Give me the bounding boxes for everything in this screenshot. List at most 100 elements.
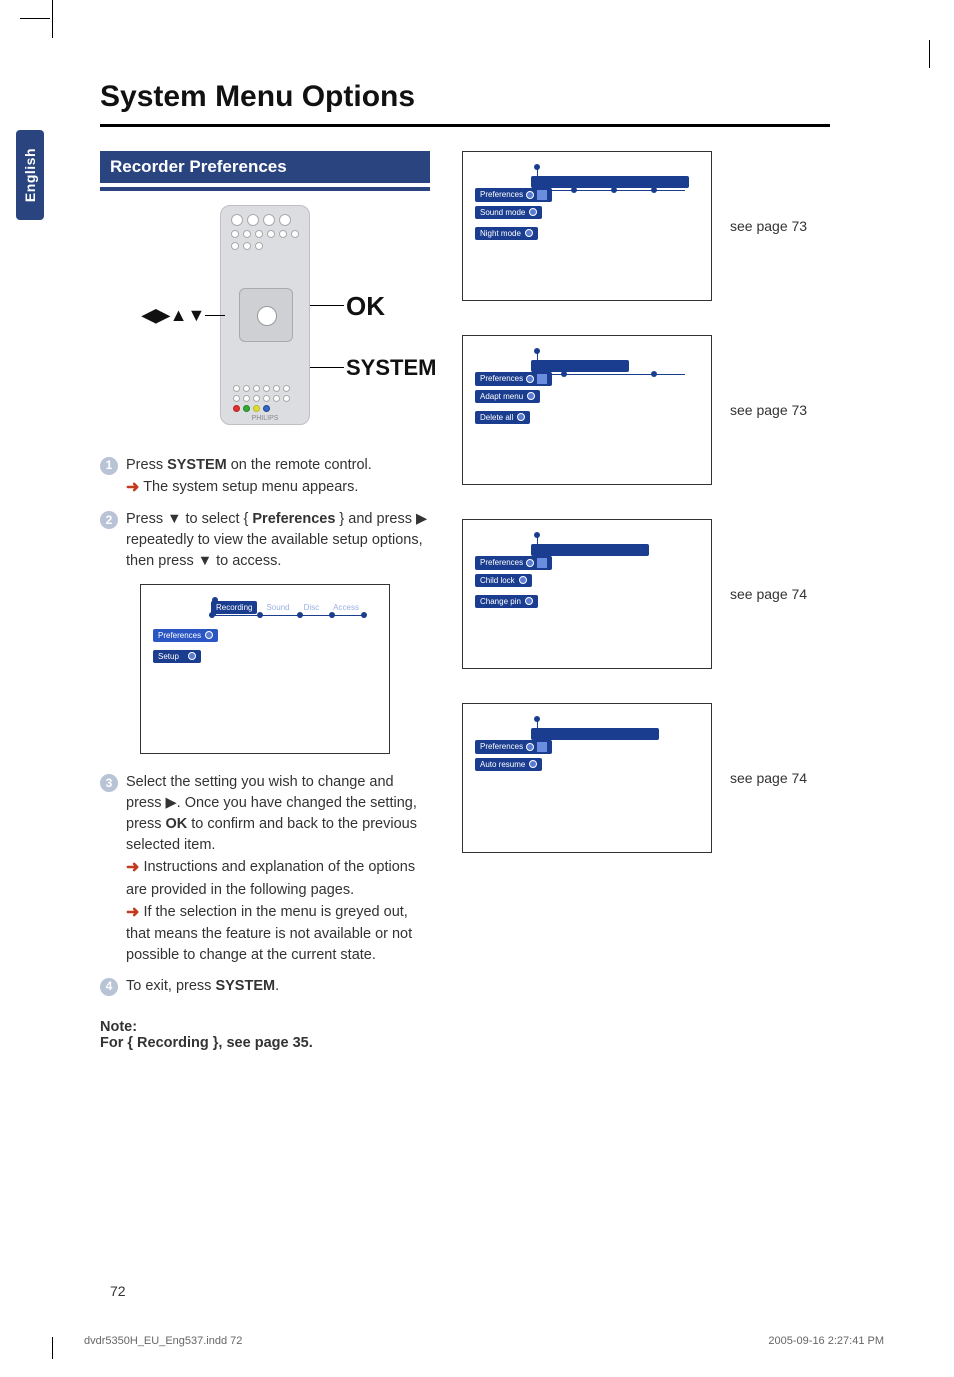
remote-button-icon bbox=[243, 242, 251, 250]
remote-illustration: PHILIPS ◀▶▲▼ OK SYSTEM bbox=[100, 205, 430, 445]
ok-button-icon bbox=[257, 306, 277, 326]
home-icon bbox=[537, 742, 547, 752]
menu-row: Night mode bbox=[475, 227, 538, 240]
menu-tab: Disc bbox=[299, 601, 325, 614]
menu-breadcrumb: Preferences bbox=[475, 736, 552, 754]
step-keyword: Preferences bbox=[252, 511, 335, 527]
remote-button-icon bbox=[273, 385, 280, 392]
selector-knob-icon bbox=[526, 191, 534, 199]
menu-breadcrumb: Preferences bbox=[475, 184, 552, 202]
menu-row: Auto resume bbox=[475, 758, 542, 771]
menu-breadcrumb: Preferences bbox=[475, 552, 552, 570]
menu-title-label: Access bbox=[545, 532, 571, 541]
page-number: 72 bbox=[110, 1283, 126, 1299]
menu-row-features: Features Preferences Auto resume see pag… bbox=[462, 703, 832, 853]
ok-callout-label: OK bbox=[346, 291, 385, 322]
menu-screenshot-sound: Sound Preferences Sound m bbox=[462, 151, 712, 301]
remote-button-icon bbox=[263, 385, 270, 392]
step-body: Press ▼ to select { Preferences } and pr… bbox=[126, 509, 430, 572]
crop-mark bbox=[52, 1337, 53, 1359]
selector-knob-icon bbox=[529, 208, 537, 216]
remote-button-icon bbox=[279, 214, 291, 226]
remote-button-icon bbox=[233, 395, 240, 402]
menu-tab: Access bbox=[328, 601, 364, 614]
menu-row-label: Night mode bbox=[480, 229, 521, 238]
print-footer: dvdr5350H_EU_Eng537.indd 72 2005-09-16 2… bbox=[84, 1335, 884, 1347]
branch-dot-icon bbox=[561, 371, 567, 377]
callout-line-icon bbox=[310, 367, 344, 368]
page-reference: see page 74 bbox=[730, 770, 807, 786]
home-icon bbox=[537, 190, 547, 200]
step-result: The system setup menu appears. bbox=[143, 479, 358, 495]
selector-knob-icon bbox=[527, 392, 535, 400]
menu-rows: Auto resume bbox=[475, 754, 542, 775]
page-content: System Menu Options Recorder Preferences bbox=[100, 80, 880, 1051]
branch-dot-icon bbox=[651, 187, 657, 193]
remote-button-icon bbox=[263, 214, 275, 226]
remote-button-icon bbox=[253, 385, 260, 392]
menu-row-selected: Preferences bbox=[153, 629, 218, 642]
remote-button-icon bbox=[273, 395, 280, 402]
menu-row: Child lock bbox=[475, 574, 532, 587]
remote-button-icon bbox=[291, 230, 299, 238]
menu-tab: Sound bbox=[261, 601, 294, 614]
menu-row-sound: Sound Preferences Sound m bbox=[462, 151, 832, 301]
step-keyword: SYSTEM bbox=[167, 457, 227, 473]
dpad-icon bbox=[239, 288, 293, 342]
breadcrumb-item: Preferences bbox=[475, 188, 552, 202]
menu-screenshot-features: Features Preferences Auto resume bbox=[462, 703, 712, 853]
remote-button-icon bbox=[231, 242, 239, 250]
branch-line-icon bbox=[531, 190, 685, 191]
menu-screenshot-disc: Disc Preferences Adapt menu bbox=[462, 335, 712, 485]
breadcrumb-label: Preferences bbox=[480, 374, 523, 383]
menu-row: Change pin bbox=[475, 595, 538, 608]
menu-title-label: Disc bbox=[545, 348, 561, 357]
green-button-icon bbox=[243, 405, 250, 412]
footer-file: dvdr5350H_EU_Eng537.indd 72 bbox=[84, 1335, 242, 1347]
section-underline bbox=[100, 187, 430, 191]
result-arrow-icon: ➜ bbox=[126, 859, 139, 876]
branch-dot-icon bbox=[571, 187, 577, 193]
menu-row-label: Preferences bbox=[158, 631, 201, 640]
system-callout-label: SYSTEM bbox=[346, 355, 436, 381]
remote-button-icon bbox=[255, 230, 263, 238]
note-block: Note: For { Recording }, see page 35. bbox=[100, 1019, 430, 1051]
manual-page: English System Menu Options Recorder Pre… bbox=[0, 0, 954, 1377]
branch-dot-icon bbox=[611, 187, 617, 193]
remote-body: PHILIPS bbox=[220, 205, 310, 425]
remote-top-buttons bbox=[231, 214, 299, 254]
menu-row-label: Setup bbox=[158, 652, 179, 661]
crop-mark bbox=[52, 18, 72, 38]
step-text: on the remote control. bbox=[227, 457, 372, 473]
menu-row-label: Auto resume bbox=[480, 760, 525, 769]
page-reference: see page 73 bbox=[730, 218, 807, 234]
remote-brand-label: PHILIPS bbox=[221, 415, 309, 422]
menu-screenshot-main: Recording Sound Disc Access Preferences … bbox=[140, 584, 390, 754]
section-heading: Recorder Preferences bbox=[100, 151, 430, 183]
crop-mark bbox=[929, 40, 930, 68]
branch-line-icon bbox=[209, 615, 363, 616]
step-keyword: SYSTEM bbox=[215, 978, 275, 994]
selector-knob-icon bbox=[205, 631, 213, 639]
menu-tab: Recording bbox=[211, 601, 257, 614]
selector-knob-icon bbox=[526, 375, 534, 383]
menu-screenshot-access: Access Preferences Child lock Change pin bbox=[462, 519, 712, 669]
menu-screenshot-wrap: Recording Sound Disc Access Preferences … bbox=[140, 584, 430, 754]
callout-line-icon bbox=[310, 305, 344, 306]
selector-knob-icon bbox=[529, 760, 537, 768]
right-column: Sound Preferences Sound m bbox=[462, 151, 832, 1051]
selector-knob-icon bbox=[526, 743, 534, 751]
callout-line-icon bbox=[205, 315, 225, 316]
menu-row: Delete all bbox=[475, 411, 530, 424]
menu-breadcrumb: Preferences bbox=[475, 368, 552, 386]
menu-tabs: Recording Sound Disc Access bbox=[211, 601, 364, 614]
result-arrow-icon: ➜ bbox=[126, 479, 139, 496]
remote-button-icon bbox=[243, 230, 251, 238]
remote-button-icon bbox=[243, 395, 250, 402]
selector-knob-icon bbox=[517, 413, 525, 421]
language-tab: English bbox=[16, 130, 44, 220]
step-3: 3 Select the setting you wish to change … bbox=[100, 772, 430, 965]
step-text: To exit, press bbox=[126, 978, 215, 994]
menu-row: Sound mode bbox=[475, 206, 542, 219]
step-keyword: OK bbox=[166, 816, 188, 832]
